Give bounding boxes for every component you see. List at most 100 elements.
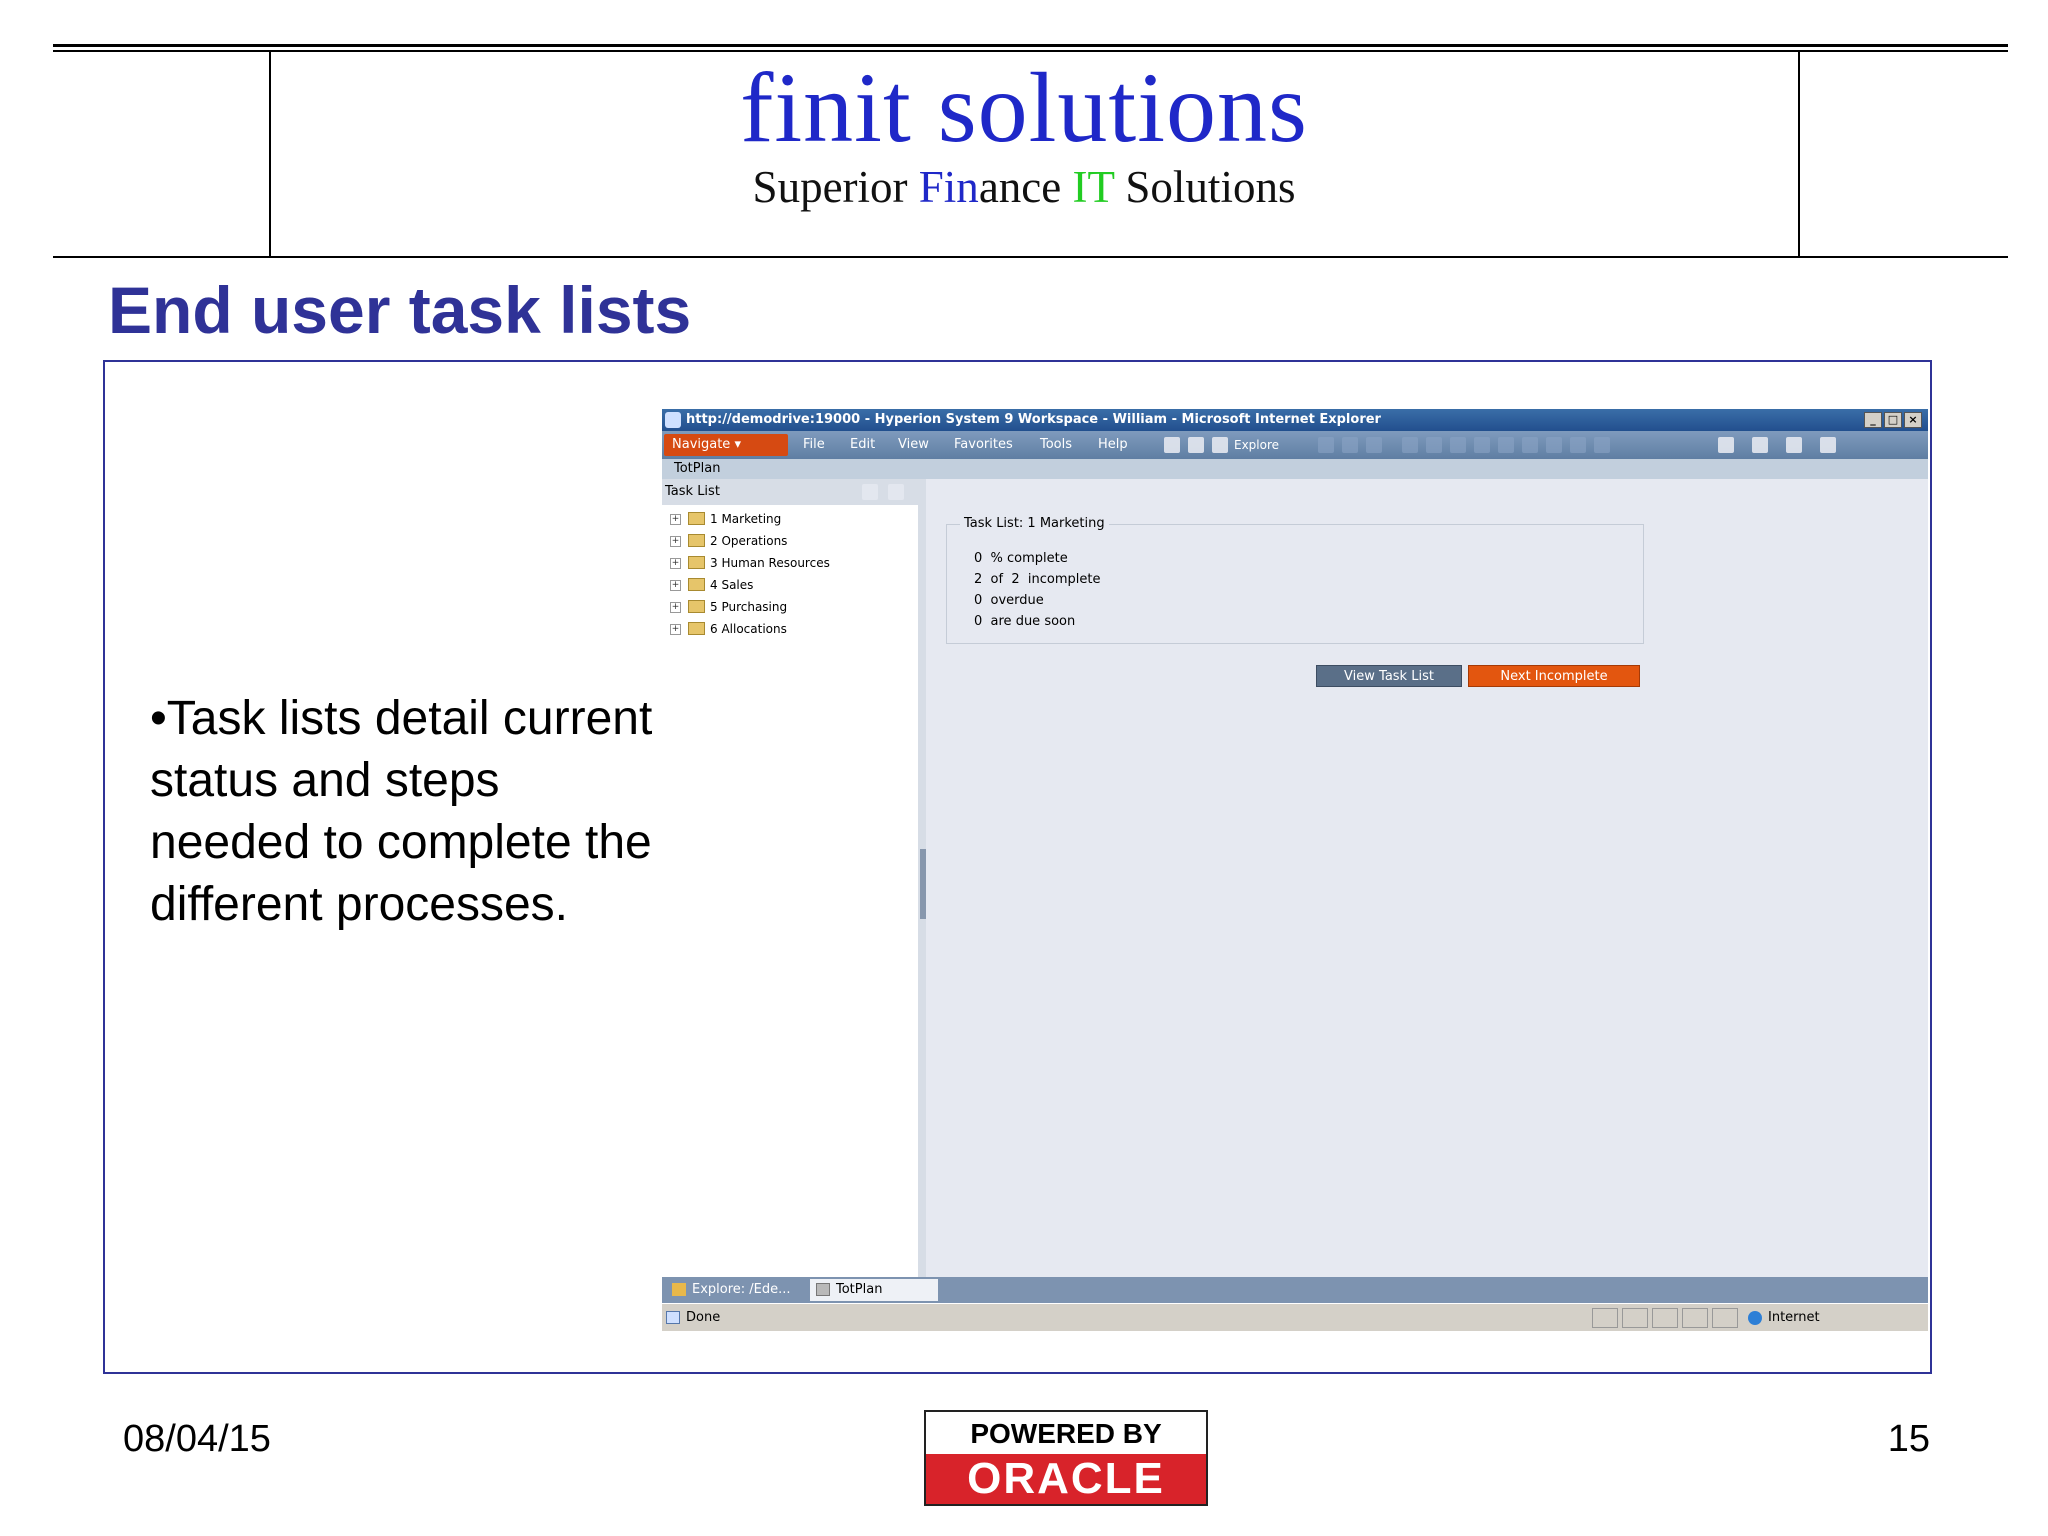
explore-icon[interactable]	[1212, 437, 1228, 453]
browser-title: http://demodrive:19000 - Hyperion System…	[686, 412, 1381, 427]
splitter-grip[interactable]	[920, 849, 926, 919]
status-cell	[1622, 1308, 1648, 1328]
toolbar-disabled-icon	[1570, 437, 1586, 453]
taskbar-tab-label: TotPlan	[836, 1282, 883, 1297]
ie-icon	[665, 412, 681, 428]
summary-percent-complete: 0 % complete	[974, 551, 1068, 566]
company-tagline: Superior Finance IT Solutions	[0, 160, 2048, 214]
page-icon	[666, 1311, 680, 1324]
tagline-part: Superior	[752, 162, 919, 212]
workspace-screenshot: http://demodrive:19000 - Hyperion System…	[662, 409, 1928, 1331]
toolbar-disabled-icon	[1546, 437, 1562, 453]
document-tab-totplan[interactable]: TotPlan	[674, 459, 720, 479]
task-list-pane: Task List + 1 Marketing + 2 Operations +…	[662, 479, 920, 1277]
document-tab-bar: TotPlan	[662, 459, 1928, 479]
help-icon[interactable]	[1820, 437, 1836, 453]
taskbar-tab-totplan[interactable]: TotPlan	[810, 1279, 938, 1301]
toolbar-disabled-icon	[1522, 437, 1538, 453]
menu-view[interactable]: View	[898, 431, 929, 459]
menu-file[interactable]: File	[803, 431, 825, 459]
status-zone: Internet	[1768, 1310, 1820, 1325]
navigate-button[interactable]: Navigate ▾	[664, 434, 788, 456]
toolbar-disabled-icon	[1318, 437, 1334, 453]
status-cell	[1592, 1308, 1618, 1328]
internet-zone-icon	[1748, 1311, 1762, 1325]
pin-icon[interactable]	[862, 484, 878, 500]
expand-icon[interactable]: +	[670, 580, 681, 591]
oracle-wordmark: ORACLE	[926, 1454, 1206, 1504]
bullet-text: •Task lists detail current status and st…	[150, 692, 653, 931]
expand-icon[interactable]: +	[670, 514, 681, 525]
folder-icon	[688, 578, 705, 591]
explore-label[interactable]: Explore	[1234, 431, 1279, 459]
tree-item-label: 6 Allocations	[710, 622, 787, 636]
maximize-icon[interactable]: □	[1884, 412, 1902, 428]
checklist-icon[interactable]	[1752, 437, 1768, 453]
tree-item-label: 1 Marketing	[710, 512, 782, 526]
folder-icon	[688, 622, 705, 635]
slide-title: End user task lists	[108, 273, 692, 347]
open-folder-icon[interactable]	[1164, 437, 1180, 453]
toolbar-disabled-icon	[1402, 437, 1418, 453]
folder-icon	[688, 534, 705, 547]
expand-icon[interactable]: +	[670, 602, 681, 613]
browser-status-bar: Done Internet	[662, 1303, 1928, 1331]
browser-title-bar: http://demodrive:19000 - Hyperion System…	[662, 409, 1928, 431]
next-incomplete-button[interactable]: Next Incomplete	[1468, 665, 1640, 687]
expand-icon[interactable]: +	[670, 536, 681, 547]
tagline-part: IT	[1072, 162, 1115, 212]
toolbar-disabled-icon	[1342, 437, 1358, 453]
home-icon[interactable]	[1188, 437, 1204, 453]
oracle-logo: POWERED BY ORACLE	[924, 1410, 1208, 1506]
company-logo: finit solutions	[0, 52, 2048, 164]
toolbar-disabled-icon	[1498, 437, 1514, 453]
menu-tools[interactable]: Tools	[1040, 431, 1072, 459]
minimize-icon[interactable]: _	[1864, 412, 1882, 428]
header-rule-bottom	[53, 256, 2008, 258]
powered-by-text: POWERED BY	[970, 1418, 1162, 1449]
status-cell	[1712, 1308, 1738, 1328]
logo-word-solutions: solutions	[937, 52, 1308, 163]
tagline-part: ance	[978, 162, 1073, 212]
logo-word-finit: finit	[740, 52, 912, 163]
menu-edit[interactable]: Edit	[850, 431, 875, 459]
slide-number: 15	[1887, 1418, 1930, 1460]
workspace-taskbar: Explore: /Ede... TotPlan	[662, 1277, 1928, 1303]
summary-incomplete: 2 of 2 incomplete	[974, 572, 1101, 587]
workspace-toolbar: Navigate ▾ File Edit View Favorites Tool…	[662, 431, 1928, 459]
menu-favorites[interactable]: Favorites	[954, 431, 1013, 459]
toolbar-disabled-icon	[1426, 437, 1442, 453]
task-list-header-label: Task List	[665, 484, 720, 499]
expand-icon[interactable]: +	[670, 558, 681, 569]
tree-item-label: 5 Purchasing	[710, 600, 788, 614]
header-rule-top	[53, 44, 2008, 47]
tagline-part: Fin	[918, 162, 979, 212]
task-summary-title: Task List: 1 Marketing	[960, 516, 1109, 531]
tree-item-label: 2 Operations	[710, 534, 788, 548]
toolbar-disabled-icon	[1594, 437, 1610, 453]
footer-date: 08/04/15	[123, 1418, 271, 1460]
expand-icon[interactable]: +	[670, 624, 681, 635]
task-list-header: Task List	[662, 479, 918, 505]
explore-tab-icon	[672, 1283, 686, 1296]
close-icon[interactable]: ×	[1904, 412, 1922, 428]
menu-help[interactable]: Help	[1098, 431, 1128, 459]
taskbar-tab-explore[interactable]: Explore: /Ede...	[666, 1279, 806, 1301]
options-icon[interactable]	[888, 484, 904, 500]
summary-overdue: 0 overdue	[974, 593, 1044, 608]
document-tab-icon	[816, 1283, 830, 1296]
status-cell	[1652, 1308, 1678, 1328]
status-cell	[1682, 1308, 1708, 1328]
summary-due-soon: 0 are due soon	[974, 614, 1076, 629]
folder-icon	[688, 512, 705, 525]
taskbar-tab-label: Explore: /Ede...	[692, 1282, 791, 1297]
toolbar-disabled-icon	[1474, 437, 1490, 453]
document-icon[interactable]	[1718, 437, 1734, 453]
toolbar-disabled-icon	[1366, 437, 1382, 453]
view-task-list-button[interactable]: View Task List	[1316, 665, 1462, 687]
folder-icon	[688, 556, 705, 569]
folder-icon	[688, 600, 705, 613]
logoff-icon[interactable]	[1786, 437, 1802, 453]
tree-item-label: 3 Human Resources	[710, 556, 830, 570]
toolbar-disabled-icon	[1450, 437, 1466, 453]
